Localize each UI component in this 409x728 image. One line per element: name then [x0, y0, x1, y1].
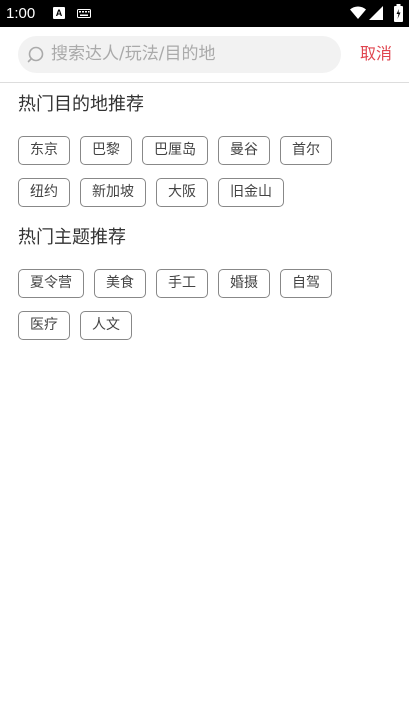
section-title: 热门目的地推荐: [18, 94, 144, 115]
search-header: 搜索达人/玩法/目的地 取消: [0, 27, 409, 83]
destination-tag[interactable]: 旧金山: [218, 178, 284, 207]
status-bar: 1:00 A: [0, 0, 409, 27]
status-time: 1:00: [6, 5, 36, 22]
destination-tag[interactable]: 曼谷: [218, 136, 270, 165]
a-icon: A: [53, 7, 65, 19]
signal-icon: [369, 6, 383, 20]
destination-tag[interactable]: 新加坡: [80, 178, 146, 207]
theme-tag[interactable]: 美食: [94, 269, 146, 298]
keyboard-icon: [77, 9, 91, 18]
destination-tag[interactable]: 纽约: [18, 178, 70, 207]
cancel-button[interactable]: 取消: [360, 44, 392, 64]
destination-tag-list: 东京 巴黎 巴厘岛 曼谷 首尔 纽约 新加坡 大阪 旧金山: [18, 136, 398, 220]
search-box[interactable]: 搜索达人/玩法/目的地: [18, 36, 341, 73]
hot-destinations-section: 热门目的地推荐 东京 巴黎 巴厘岛 曼谷 首尔 纽约 新加坡 大阪 旧金山: [18, 94, 398, 220]
search-icon: [27, 46, 44, 63]
section-title: 热门主题推荐: [18, 227, 126, 248]
theme-tag[interactable]: 人文: [80, 311, 132, 340]
theme-tag[interactable]: 手工: [156, 269, 208, 298]
destination-tag[interactable]: 巴厘岛: [142, 136, 208, 165]
hot-themes-section: 热门主题推荐 夏令营 美食 手工 婚摄 自驾 医疗 人文: [18, 227, 398, 353]
search-input[interactable]: 搜索达人/玩法/目的地: [51, 44, 215, 65]
theme-tag[interactable]: 医疗: [18, 311, 70, 340]
wifi-icon: [350, 6, 366, 19]
destination-tag[interactable]: 东京: [18, 136, 70, 165]
destination-tag[interactable]: 大阪: [156, 178, 208, 207]
theme-tag[interactable]: 婚摄: [218, 269, 270, 298]
destination-tag[interactable]: 首尔: [280, 136, 332, 165]
theme-tag[interactable]: 自驾: [280, 269, 332, 298]
destination-tag[interactable]: 巴黎: [80, 136, 132, 165]
theme-tag-list: 夏令营 美食 手工 婚摄 自驾 医疗 人文: [18, 269, 398, 353]
battery-icon: [394, 4, 403, 22]
theme-tag[interactable]: 夏令营: [18, 269, 84, 298]
